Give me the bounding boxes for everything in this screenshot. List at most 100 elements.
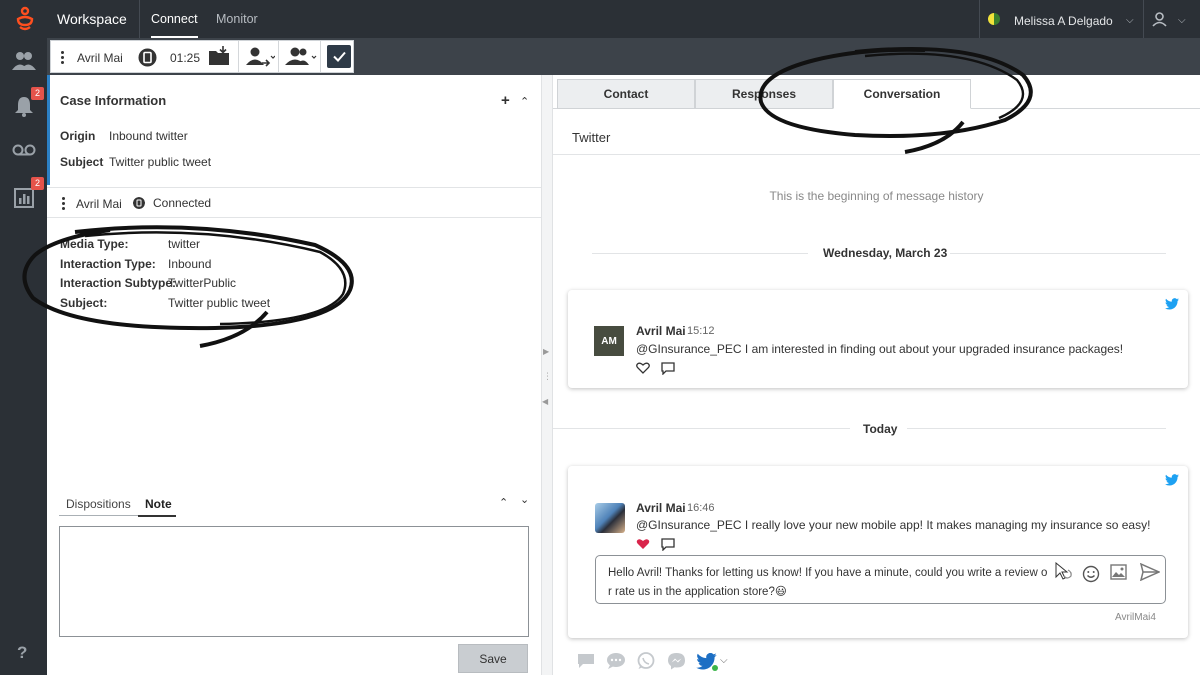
reply-text-line: Hello Avril! Thanks for letting us know!… [608, 567, 1048, 579]
tab-monitor[interactable]: Monitor [216, 12, 258, 26]
expand-left-icon[interactable]: ◀ [542, 397, 548, 406]
whatsapp-icon[interactable] [637, 652, 655, 670]
detail-value: twitter [168, 237, 201, 251]
collapse-icon[interactable]: ⌃ [520, 95, 529, 108]
tab-contact[interactable]: Contact [557, 79, 695, 109]
channel-active-dot [712, 665, 718, 671]
top-bar: Workspace Connect Monitor Melissa A Delg… [0, 0, 1200, 39]
reply-comment-icon[interactable] [661, 362, 675, 375]
folder-download-icon[interactable] [208, 46, 230, 66]
case-information-title: Case Information [60, 93, 167, 108]
reply-input[interactable]: Hello Avril! Thanks for letting us know!… [595, 555, 1166, 604]
save-button[interactable]: Save [458, 644, 528, 673]
expand-right-icon[interactable]: ▶ [543, 347, 549, 356]
date-separator: Wednesday, March 23 [823, 246, 948, 260]
rail-item-contacts[interactable] [0, 41, 47, 81]
date-line [592, 253, 808, 254]
messenger-icon[interactable] [667, 652, 686, 670]
channel-title: Twitter [572, 130, 611, 145]
case-field-label: Subject [60, 155, 104, 169]
rail-item-voicemail[interactable] [0, 130, 47, 170]
notification-count-badge: 2 [31, 87, 44, 100]
divider [278, 41, 279, 72]
liked-heart-icon[interactable] [636, 538, 650, 550]
reply-comment-icon[interactable] [661, 538, 675, 551]
divider [47, 217, 541, 218]
twitter-icon [1165, 474, 1179, 486]
chevron-up-icon[interactable]: ⌃ [499, 496, 508, 509]
detail-value: Inbound [168, 257, 212, 271]
party-more-options-icon[interactable] [62, 197, 65, 212]
message-author: Avril Mai [636, 501, 686, 515]
help-icon[interactable]: ? [17, 643, 27, 663]
divider [1143, 0, 1144, 38]
tab-responses[interactable]: Responses [695, 79, 833, 109]
chat-icon[interactable] [577, 653, 595, 669]
message-text: @GInsurance_PEC I am interested in findi… [636, 342, 1124, 356]
contacts-icon [11, 52, 36, 70]
message-author: Avril Mai [636, 324, 686, 338]
mark-done-button[interactable] [327, 45, 351, 68]
party-status: Connected [153, 196, 212, 210]
case-field-label: Origin [60, 129, 96, 143]
history-begin-note: This is the beginning of message history [769, 189, 984, 203]
case-accent-bar [47, 75, 50, 185]
tab-note[interactable]: Note [145, 497, 172, 511]
chevron-down-icon[interactable]: ⌵ [1178, 15, 1186, 26]
party-name: Avril Mai [76, 197, 122, 211]
user-name[interactable]: Melissa A Delgado [1014, 14, 1113, 28]
twitter-icon [1165, 298, 1179, 310]
add-icon[interactable]: + [501, 92, 510, 109]
avatar: AM [594, 326, 624, 356]
active-tab-indicator [138, 515, 176, 517]
sms-icon[interactable] [606, 652, 626, 670]
conference-icon[interactable] [283, 46, 317, 68]
reports-icon [13, 188, 34, 208]
reply-text[interactable]: Hello Avril! Thanks for letting us know!… [608, 564, 1058, 602]
tab-connect[interactable]: Connect [151, 12, 198, 39]
detail-label: Interaction Subtype: [60, 276, 177, 290]
channel-bar: ⌵ [553, 646, 1200, 675]
reports-count-badge: 2 [31, 177, 44, 190]
interaction-contact-name: Avril Mai [77, 51, 123, 65]
note-textarea[interactable] [59, 526, 529, 637]
chevron-down-icon[interactable]: ⌵ [1126, 15, 1134, 26]
image-attach-icon[interactable] [1110, 564, 1127, 580]
voicemail-icon [12, 144, 35, 156]
chevron-down-icon[interactable]: ⌵ [720, 655, 728, 666]
more-options-icon[interactable] [61, 51, 64, 66]
cursor-pointer-icon [1055, 562, 1072, 580]
checkmark-icon [332, 51, 346, 62]
message-time: 15:12 [687, 325, 715, 337]
detail-label: Interaction Type: [60, 257, 156, 271]
tab-dispositions[interactable]: Dispositions [66, 497, 131, 511]
date-line [950, 253, 1166, 254]
divider [320, 41, 321, 72]
divider [47, 187, 541, 188]
detail-label: Subject: [60, 296, 108, 310]
detail-label: Media Type: [60, 237, 129, 251]
twitter-status-icon [133, 197, 145, 209]
tab-conversation[interactable]: Conversation [833, 79, 971, 109]
transfer-icon[interactable] [245, 46, 275, 68]
date-separator: Today [863, 422, 898, 436]
message-text: @GInsurance_PEC I really love your new m… [636, 518, 1151, 532]
genesys-logo-icon [16, 6, 34, 31]
reply-text-line: r rate us in the application store? [608, 586, 775, 598]
divider [553, 154, 1200, 155]
user-profile-icon[interactable] [1151, 11, 1168, 28]
chevron-down-icon[interactable]: ⌄ [520, 493, 529, 506]
divider [979, 0, 980, 38]
detail-value: TwitterPublic [168, 276, 237, 290]
panel-splitter[interactable]: ▶ ⋮⋮ ◀ [541, 75, 561, 675]
twitter-interaction-icon [138, 48, 157, 67]
message-card [568, 466, 1188, 638]
agent-status-icon[interactable] [988, 13, 1000, 25]
divider [238, 41, 239, 72]
like-heart-icon[interactable] [636, 362, 650, 374]
date-line [553, 428, 850, 429]
message-time: 16:46 [687, 502, 715, 514]
interaction-timer: 01:25 [170, 51, 201, 65]
send-icon[interactable] [1140, 563, 1160, 581]
emoji-picker-icon[interactable] [1082, 565, 1100, 583]
